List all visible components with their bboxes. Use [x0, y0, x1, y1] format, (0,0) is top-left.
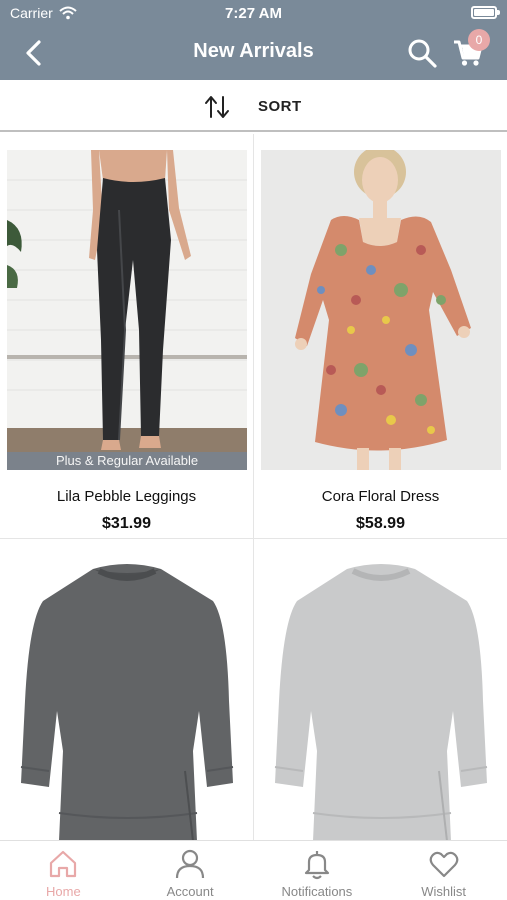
product-price: $31.99	[102, 515, 151, 532]
charcoal-sweatshirt-photo	[7, 551, 247, 840]
app-header: Carrier 7:27 AM New Arrivals 0	[0, 0, 507, 80]
sort-icon	[205, 96, 229, 118]
product-image-gray-sweatshirt[interactable]	[261, 551, 501, 840]
product-image-leggings[interactable]: Plus & Regular Available	[7, 150, 247, 470]
product-image-charcoal-sweatshirt[interactable]	[7, 551, 247, 840]
product-name[interactable]: Lila Pebble Leggings	[0, 488, 253, 505]
tab-label: Account	[166, 884, 214, 899]
tab-wishlist[interactable]: Wishlist	[380, 841, 507, 900]
sort-label: SORT	[258, 98, 302, 115]
product-card[interactable]: Plus & Regular Available Lila Pebble Leg…	[0, 134, 253, 538]
tab-label: Home	[46, 884, 81, 899]
nav-bar: New Arrivals 0	[0, 26, 507, 80]
tab-label: Notifications	[281, 884, 353, 899]
tab-account[interactable]: Account	[127, 841, 254, 900]
status-bar: Carrier 7:27 AM	[0, 0, 507, 26]
user-icon	[176, 849, 205, 879]
product-card[interactable]: Cora Floral Dress $58.99	[254, 134, 507, 538]
bell-icon	[304, 851, 329, 880]
product-banner: Plus & Regular Available	[7, 452, 247, 470]
tab-label: Wishlist	[421, 884, 467, 899]
tab-notifications[interactable]: Notifications	[254, 841, 381, 900]
product-price: $58.99	[356, 515, 405, 532]
floral-dress-photo	[261, 150, 501, 470]
search-button[interactable]	[406, 37, 438, 69]
search-icon	[408, 39, 437, 68]
gray-sweatshirt-photo	[261, 551, 501, 840]
product-card[interactable]	[254, 539, 507, 840]
tab-bar: Home Account Notifications Wishlist	[0, 840, 507, 900]
tab-home[interactable]: Home	[0, 841, 127, 900]
product-name[interactable]: Cora Floral Dress	[254, 488, 507, 505]
heart-icon	[429, 851, 458, 878]
product-grid: Plus & Regular Available Lila Pebble Leg…	[0, 134, 507, 840]
cart-count-badge: 0	[468, 29, 490, 51]
home-icon	[50, 850, 77, 878]
status-time: 7:27 AM	[225, 5, 282, 22]
battery-icon	[471, 6, 500, 19]
sort-bar[interactable]: SORT	[0, 80, 507, 132]
product-card[interactable]	[0, 539, 253, 840]
leggings-photo	[7, 150, 247, 470]
product-image-floral-dress[interactable]	[261, 150, 501, 470]
